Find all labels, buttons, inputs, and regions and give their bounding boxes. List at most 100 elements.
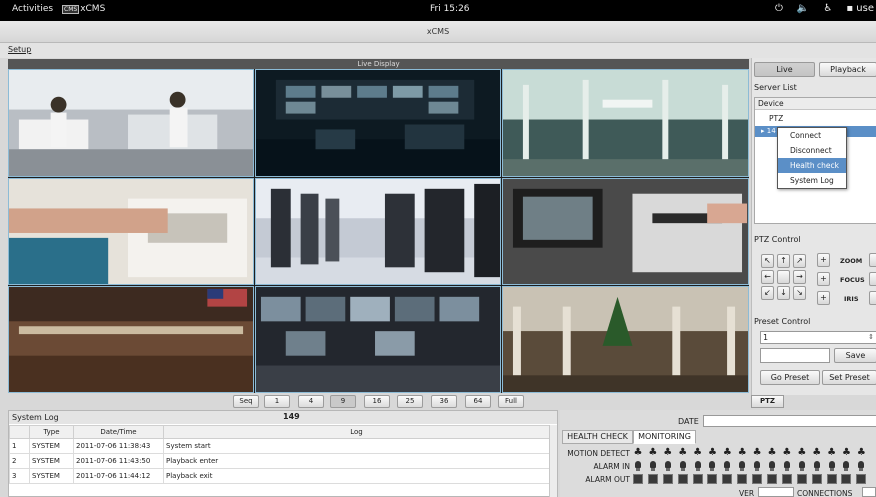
accessibility-icon[interactable]: ♿ (823, 3, 832, 14)
ptz-up-button[interactable]: ↑ (777, 254, 790, 268)
log-col-log[interactable]: Log (163, 425, 550, 439)
menu-item-system-log[interactable]: System Log (778, 173, 846, 188)
user-name: use (856, 3, 874, 14)
zoom-plus-button[interactable]: + (817, 253, 830, 267)
ptz-down-button[interactable]: ↓ (777, 286, 790, 300)
go-preset-button[interactable]: Go Preset (760, 370, 820, 385)
camera-tile-6[interactable] (502, 178, 749, 285)
iris-plus-button[interactable]: + (817, 291, 830, 305)
log-row[interactable]: 3 SYSTEM 2011-07-06 11:44:12 Playback exit (9, 468, 550, 484)
ptz-down-right-button[interactable]: ↘ (793, 286, 806, 300)
menu-item-connect[interactable]: Connect (778, 128, 846, 143)
power-icon[interactable]: ⏻ (775, 3, 783, 14)
layout-button-25[interactable]: 25 (397, 395, 423, 408)
ptz-tab[interactable]: PTZ (751, 395, 784, 408)
ptz-up-right-button[interactable]: ↗ (793, 254, 806, 268)
activities-button[interactable]: Activities (12, 4, 53, 14)
ptz-down-left-button[interactable]: ↙ (761, 286, 774, 300)
system-log-title: System Log (12, 413, 59, 422)
layout-toolbar: Seq 1 4 9 16 25 36 64 Full (0, 395, 750, 409)
ptz-control-label: PTZ Control (754, 235, 801, 244)
ptz-left-button[interactable]: ← (761, 270, 774, 284)
alarm-in-bulb-icon (722, 461, 732, 471)
alarm-out-indicator-icon (752, 474, 763, 484)
camera-feed-server-room (256, 179, 500, 284)
focus-minus-button[interactable] (869, 272, 876, 286)
alarm-in-bulb-icon (663, 461, 673, 471)
motion-figure-icon: ♣ (767, 447, 777, 458)
layout-button-16[interactable]: 16 (364, 395, 390, 408)
menu-setup[interactable]: Setup (8, 45, 31, 54)
app-menu-button[interactable]: CMS xCMS (62, 4, 105, 14)
camera-tile-5[interactable] (255, 178, 501, 285)
camera-feed-mall-christmas (503, 287, 748, 392)
alarm-in-indicators (633, 461, 866, 471)
window-titlebar: xCMS (0, 21, 876, 43)
tab-health-check[interactable]: HEALTH CHECK (562, 430, 633, 444)
preset-name-input[interactable] (760, 348, 830, 363)
system-log-count: 149 (283, 412, 300, 421)
layout-button-1[interactable]: 1 (264, 395, 290, 408)
date-field[interactable] (703, 415, 876, 427)
log-col-datetime[interactable]: Date/Time (73, 425, 164, 439)
user-menu[interactable]: ▪ use (846, 3, 874, 14)
camera-tile-7[interactable] (8, 286, 254, 393)
save-preset-button[interactable]: Save (834, 348, 876, 363)
alarm-in-bulb-icon (841, 461, 851, 471)
playback-mode-button[interactable]: Playback (819, 62, 876, 77)
chat-icon: ▪ (846, 3, 854, 14)
zoom-label: ZOOM (840, 257, 863, 265)
menu-item-disconnect[interactable]: Disconnect (778, 143, 846, 158)
expand-arrow-icon[interactable]: ▸ (761, 127, 765, 135)
log-col-type[interactable]: Type (29, 425, 74, 439)
zoom-minus-button[interactable] (869, 253, 876, 267)
alarm-in-bulb-icon (767, 461, 777, 471)
tree-item-ptz[interactable]: PTZ (769, 114, 783, 123)
alarm-in-bulb-icon (633, 461, 643, 471)
iris-minus-button[interactable] (869, 291, 876, 305)
camera-feed-stock-exchange (9, 287, 253, 392)
log-cell-log: Playback enter (163, 453, 550, 469)
motion-figure-icon: ♣ (663, 447, 673, 458)
alarm-out-indicator-icon (841, 474, 852, 484)
layout-button-64[interactable]: 64 (465, 395, 491, 408)
ptz-up-left-button[interactable]: ↖ (761, 254, 774, 268)
xcms-desktop: Activities CMS xCMS Fri 15:26 ⏻ 🔈 ♿ ▪ use… (0, 0, 876, 497)
layout-button-seq[interactable]: Seq (233, 395, 259, 408)
layout-button-full[interactable]: Full (498, 395, 524, 408)
log-cell-type: SYSTEM (29, 453, 74, 469)
live-mode-button[interactable]: Live (754, 62, 815, 77)
ptz-center-button[interactable] (777, 270, 790, 284)
camera-tile-3[interactable] (502, 69, 749, 177)
tab-monitoring[interactable]: MONITORING (633, 430, 696, 444)
connections-field (862, 487, 876, 497)
log-cell-datetime: 2011-07-06 11:44:12 (73, 468, 164, 484)
volume-icon[interactable]: 🔈 (797, 3, 809, 14)
clock[interactable]: Fri 15:26 (430, 4, 470, 14)
camera-feed-atm-card (503, 179, 748, 284)
log-cell-log: Playback exit (163, 468, 550, 484)
log-col-no[interactable] (9, 425, 30, 439)
alarm-in-bulb-icon (797, 461, 807, 471)
layout-button-9[interactable]: 9 (330, 395, 356, 408)
cms-app-icon: CMS (62, 5, 80, 14)
motion-figure-icon: ♣ (797, 447, 807, 458)
camera-tile-2[interactable] (255, 69, 501, 177)
ptz-right-button[interactable]: → (793, 270, 806, 284)
layout-button-36[interactable]: 36 (431, 395, 457, 408)
log-row[interactable]: 1 SYSTEM 2011-07-06 11:38:43 System start (9, 438, 550, 454)
focus-plus-button[interactable]: + (817, 272, 830, 286)
camera-tile-4[interactable] (8, 178, 254, 285)
camera-tile-9[interactable] (502, 286, 749, 393)
menu-item-health-check[interactable]: Health check (778, 158, 846, 173)
preset-select[interactable]: 1 ⇕ (760, 331, 876, 344)
alarm-in-bulb-icon (648, 461, 658, 471)
camera-tile-1[interactable] (8, 69, 254, 177)
log-scrollbar[interactable] (549, 425, 557, 497)
set-preset-button[interactable]: Set Preset (822, 370, 876, 385)
motion-figure-icon: ♣ (782, 447, 792, 458)
layout-button-4[interactable]: 4 (298, 395, 324, 408)
device-column-header[interactable]: Device (755, 98, 876, 110)
camera-tile-8[interactable] (255, 286, 501, 393)
log-row[interactable]: 2 SYSTEM 2011-07-06 11:43:50 Playback enter (9, 453, 550, 469)
